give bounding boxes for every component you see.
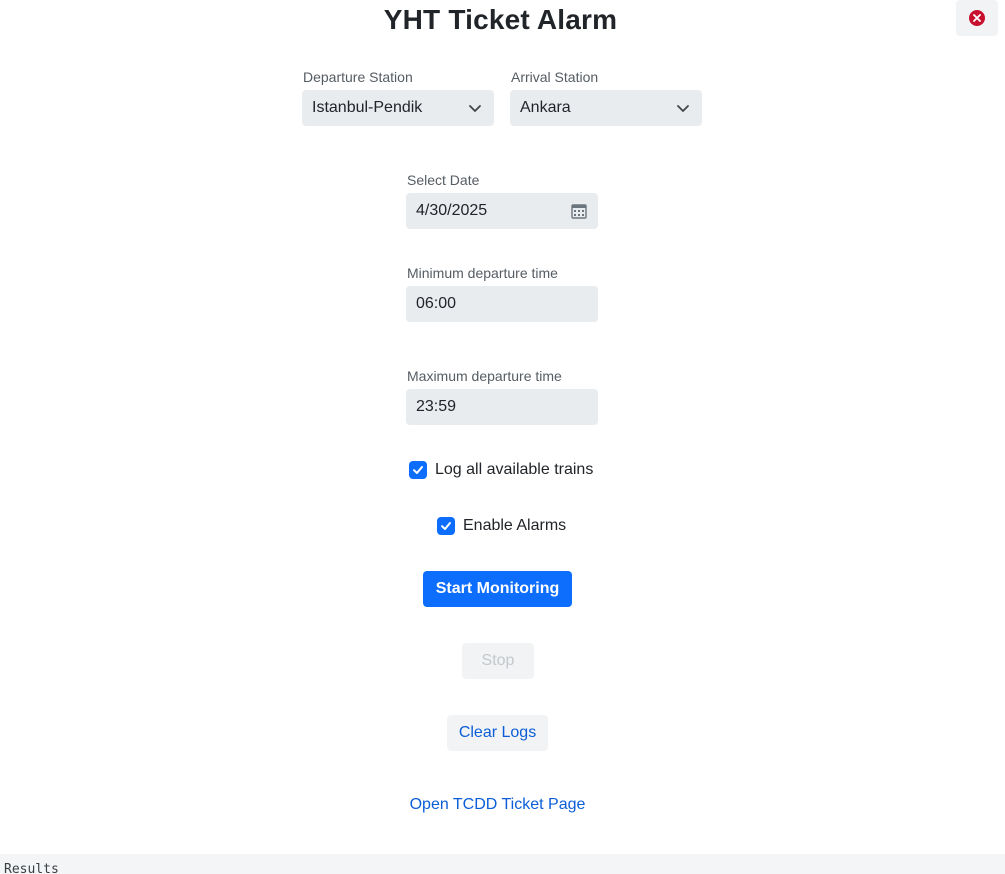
close-button[interactable] bbox=[956, 0, 998, 36]
max-departure-time-label: Maximum departure time bbox=[407, 368, 562, 384]
log-all-trains-row[interactable]: Log all available trains bbox=[409, 461, 593, 479]
log-all-trains-label: Log all available trains bbox=[435, 461, 594, 478]
stop-button: Stop bbox=[462, 643, 534, 679]
select-date-label: Select Date bbox=[407, 172, 480, 188]
enable-alarms-checkbox[interactable] bbox=[437, 517, 455, 535]
min-departure-time-input[interactable]: 06:00 bbox=[406, 286, 598, 322]
clear-logs-button[interactable]: Clear Logs bbox=[447, 715, 548, 751]
date-input[interactable]: 4/30/2025 bbox=[406, 193, 598, 229]
departure-station-value: Istanbul-Pendik bbox=[312, 99, 423, 116]
min-departure-time-label: Minimum departure time bbox=[407, 265, 558, 281]
departure-station-label: Departure Station bbox=[303, 69, 413, 85]
enable-alarms-row[interactable]: Enable Alarms bbox=[437, 517, 566, 535]
close-icon bbox=[969, 10, 985, 26]
arrival-station-select[interactable]: Ankara bbox=[510, 90, 702, 126]
arrival-station-label: Arrival Station bbox=[511, 69, 599, 85]
open-tcdd-ticket-page-link[interactable]: Open TCDD Ticket Page bbox=[0, 796, 995, 814]
enable-alarms-label: Enable Alarms bbox=[463, 517, 567, 534]
log-all-trains-checkbox[interactable] bbox=[409, 461, 427, 479]
start-monitoring-button[interactable]: Start Monitoring bbox=[423, 571, 572, 607]
max-departure-time-input[interactable]: 23:59 bbox=[406, 389, 598, 425]
arrival-station-value: Ankara bbox=[520, 99, 571, 116]
results-panel: Results bbox=[0, 854, 1005, 874]
departure-station-select[interactable]: Istanbul-Pendik bbox=[302, 90, 494, 126]
chevron-down-icon bbox=[674, 99, 692, 117]
app-window: YHT Ticket Alarm Departure Station Istan… bbox=[0, 0, 1005, 874]
max-departure-time-value: 23:59 bbox=[416, 398, 457, 415]
check-icon bbox=[413, 466, 423, 474]
check-icon bbox=[441, 522, 451, 530]
calendar-icon[interactable] bbox=[570, 202, 588, 220]
date-value: 4/30/2025 bbox=[416, 202, 488, 219]
min-departure-time-value: 06:00 bbox=[416, 295, 457, 312]
results-label: Results bbox=[4, 862, 59, 874]
page-title: YHT Ticket Alarm bbox=[383, 4, 618, 35]
chevron-down-icon bbox=[466, 99, 484, 117]
